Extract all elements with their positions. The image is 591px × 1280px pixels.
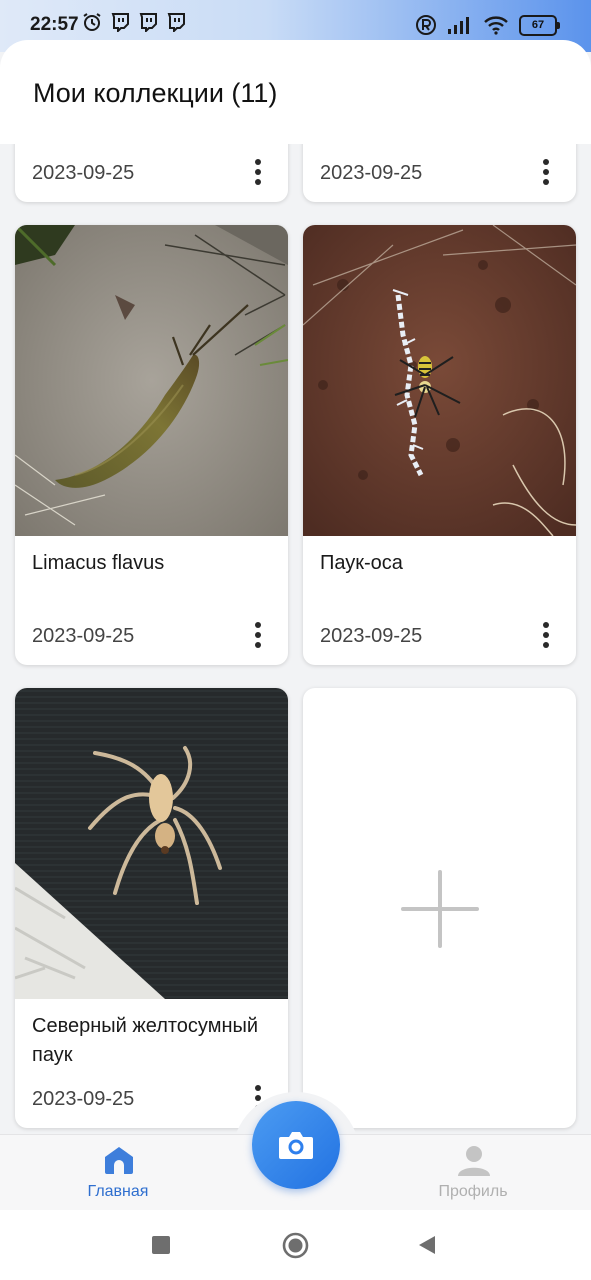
plus-icon [401,870,479,948]
more-options-button[interactable] [536,617,556,653]
collections-grid[interactable]: 2023-09-25 2023-09-25 Limacus flavus 202… [0,144,591,1134]
card-title: Паук-оса [320,552,403,574]
twitch-icon [110,12,130,34]
twitch-icon [166,12,186,34]
wifi-icon [484,16,508,35]
more-options-button[interactable] [536,154,556,190]
home-icon[interactable] [282,1232,309,1259]
collection-card[interactable]: Паук-оса 2023-09-25 [303,225,576,665]
slug-photo [15,225,288,536]
add-collection-card[interactable] [303,688,576,1128]
recents-icon[interactable] [151,1235,171,1255]
system-navigation-bar [0,1210,591,1280]
notification-icons [82,12,186,34]
nav-profile[interactable]: Профиль [403,1135,543,1211]
card-date: 2023-09-25 [32,625,135,647]
more-options-button[interactable] [248,154,268,190]
nav-profile-label: Профиль [438,1183,508,1200]
app-header: Мои коллекции (11) [0,40,591,144]
battery-icon: 67 [519,14,560,36]
collection-card[interactable]: Limacus flavus 2023-09-25 [15,225,288,665]
home-icon [105,1147,133,1174]
collection-card[interactable]: Северный желтосумный паук 2023-09-25 [15,688,288,1128]
card-date: 2023-09-25 [320,625,423,647]
collection-card[interactable]: 2023-09-25 [15,144,288,202]
nav-home[interactable]: Главная [48,1135,188,1211]
status-time: 22:57 [30,14,79,35]
card-title: Limacus flavus [32,552,165,574]
camera-button[interactable] [252,1101,340,1189]
more-options-button[interactable] [248,617,268,653]
card-date: 2023-09-25 [32,1088,135,1110]
profile-icon [458,1146,490,1176]
yellow-sac-spider-photo [15,688,288,999]
registered-icon [416,15,436,35]
wasp-spider-photo [303,225,576,536]
signal-icon [448,17,469,34]
page-title: Мои коллекции (11) [33,78,278,108]
alarm-icon [82,12,102,32]
nav-home-label: Главная [87,1183,149,1200]
back-icon[interactable] [416,1234,438,1256]
system-status-icons: 67 [415,14,560,36]
camera-icon [279,1132,313,1159]
twitch-icon [138,12,158,34]
card-date: 2023-09-25 [32,162,135,184]
collection-card[interactable]: 2023-09-25 [303,144,576,202]
card-title: Северный желтосумный паук [32,1015,259,1066]
card-date: 2023-09-25 [320,162,423,184]
